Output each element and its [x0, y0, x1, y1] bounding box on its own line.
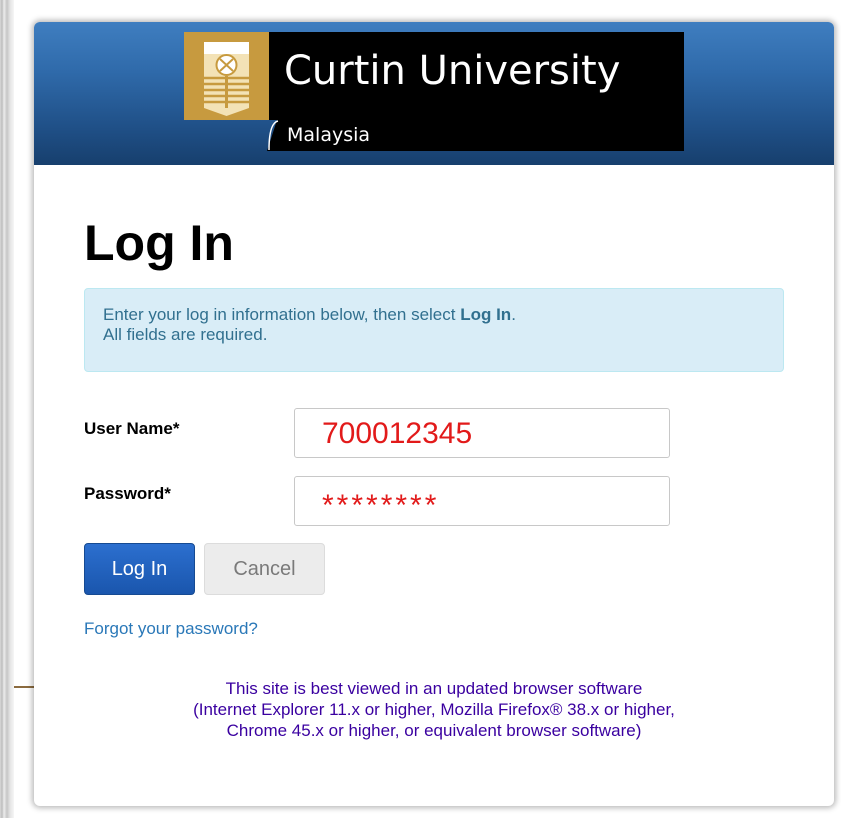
- logo-subtitle: Malaysia: [287, 124, 371, 146]
- left-decorative-strip: [0, 0, 14, 818]
- page-title: Log In: [84, 215, 234, 271]
- info-line-1-suffix: .: [511, 305, 516, 324]
- info-line-1-bold: Log In: [460, 305, 512, 324]
- password-label: Password*: [84, 484, 171, 503]
- logo-subtitle-edge: [268, 120, 279, 151]
- info-line-1-prefix: Enter your log in information below, the…: [103, 305, 461, 324]
- header-banner: Curtin University Malaysia: [34, 22, 834, 165]
- info-message: Enter your log in information below, the…: [84, 288, 784, 372]
- cancel-button[interactable]: Cancel: [204, 543, 325, 595]
- logo-title: Curtin University: [284, 48, 621, 94]
- forgot-password-link[interactable]: Forgot your password?: [84, 619, 258, 639]
- username-field[interactable]: 700012345: [294, 408, 670, 458]
- username-label: User Name*: [84, 419, 180, 438]
- browser-notice-line-3: Chrome 45.x or higher, or equivalent bro…: [226, 721, 642, 740]
- browser-notice-line-1: This site is best viewed in an updated b…: [225, 679, 643, 698]
- university-logo: Curtin University Malaysia: [184, 32, 684, 151]
- password-field[interactable]: ********: [294, 476, 670, 526]
- login-button[interactable]: Log In: [84, 543, 195, 595]
- browser-notice-line-2: (Internet Explorer 11.x or higher, Mozil…: [193, 700, 675, 719]
- info-line-2: All fields are required.: [103, 325, 268, 344]
- login-card: Curtin University Malaysia Log In Enter …: [34, 22, 834, 806]
- curtin-emblem-icon: [184, 32, 269, 120]
- browser-notice: This site is best viewed in an updated b…: [34, 678, 834, 741]
- info-line-1: Enter your log in information below, the…: [103, 305, 783, 325]
